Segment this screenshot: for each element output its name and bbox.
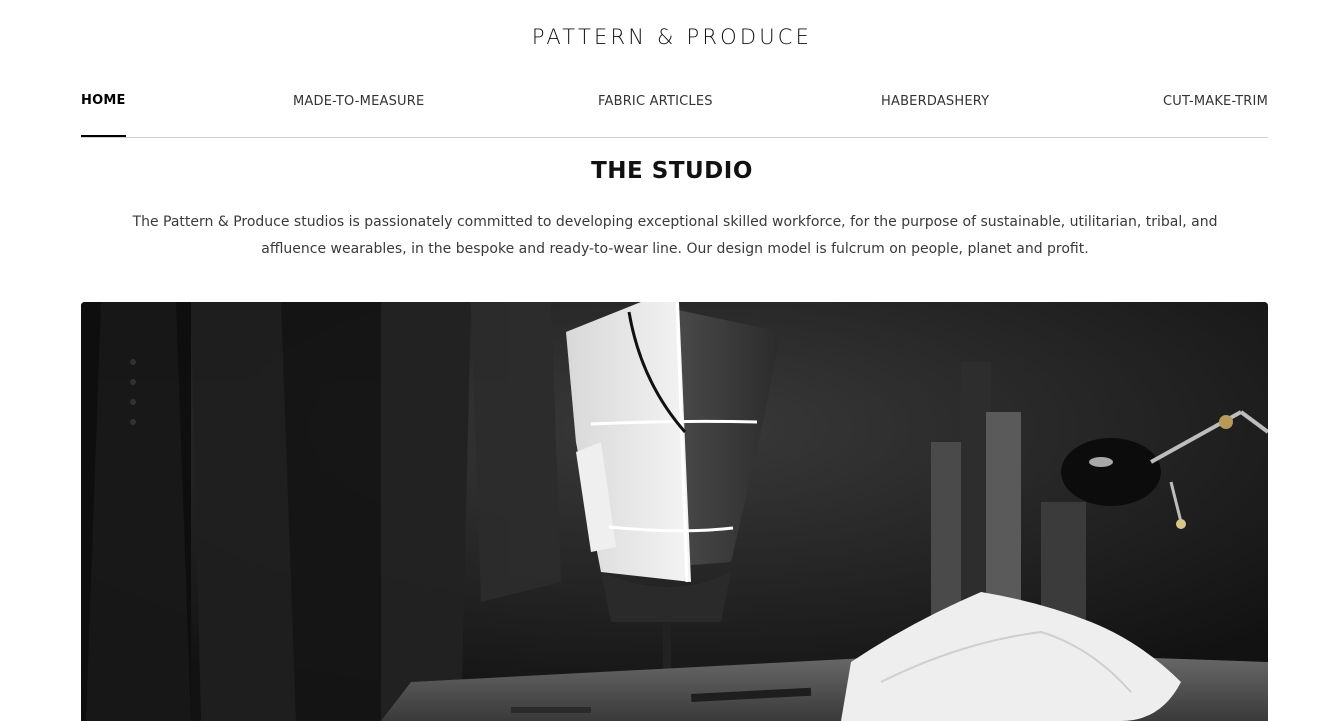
logo-link[interactable]: PATTERN & PRODUCE	[532, 25, 812, 49]
studio-photo-illustration	[81, 302, 1268, 721]
brand-logo[interactable]: PATTERN & PRODUCE	[0, 25, 1344, 49]
nav-item-fabric-articles[interactable]: FABRIC ARTICLES	[598, 94, 713, 109]
nav-item-cut-make-trim[interactable]: CUT-MAKE-TRIM	[1163, 94, 1268, 109]
studio-hero-image	[81, 302, 1268, 721]
section-description: The Pattern & Produce studios is passion…	[132, 214, 1218, 257]
section-title: THE STUDIO	[591, 158, 753, 184]
page: PATTERN & PRODUCE HOME MADE-TO-MEASURE F…	[0, 0, 1344, 721]
nav-item-home[interactable]: HOME	[81, 93, 126, 137]
nav-item-made-to-measure[interactable]: MADE-TO-MEASURE	[293, 94, 424, 109]
main-nav: HOME MADE-TO-MEASURE FABRIC ARTICLES HAB…	[81, 88, 1268, 138]
nav-item-haberdashery[interactable]: HABERDASHERY	[881, 94, 989, 109]
